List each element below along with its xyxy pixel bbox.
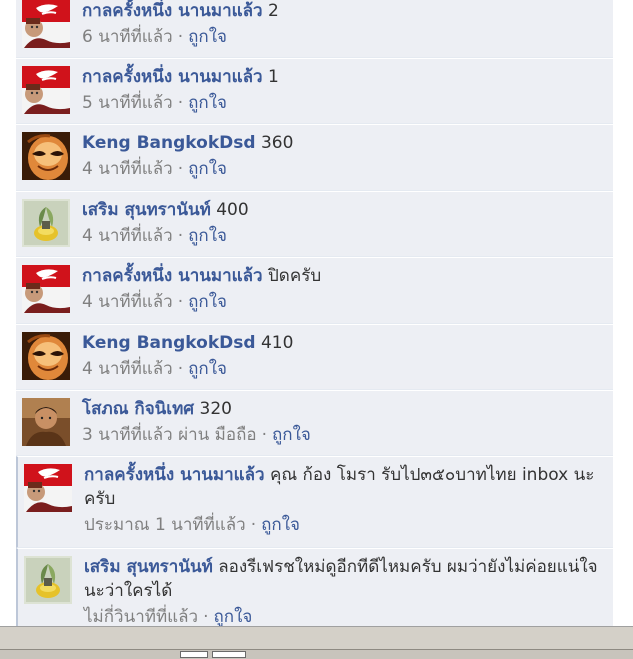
- comment-body: กาลครั้งหนึ่ง นานมาแล้ว 2: [82, 0, 603, 23]
- comment-timestamp[interactable]: 6 นาทีที่แล้ว: [82, 27, 173, 47]
- comment-meta: 4 นาทีที่แล้ว · ถูกใจ: [82, 290, 603, 314]
- comment-item: เสริม สุนทรานันท์ 400 4 นาทีที่แล้ว · ถูกใจ: [16, 191, 613, 257]
- like-link[interactable]: ถูกใจ: [188, 292, 227, 312]
- meta-separator: ·: [261, 425, 267, 445]
- comment-meta: 4 นาทีที่แล้ว · ถูกใจ: [82, 357, 603, 381]
- comment-author-link[interactable]: เสริม สุนทรานันท์: [84, 557, 213, 577]
- comment-feed-viewport[interactable]: กาลครั้งหนึ่ง นานมาแล้ว 26 นาทีที่แล้ว · ถ…: [0, 0, 633, 626]
- person-avatar[interactable]: [22, 398, 70, 446]
- meta-separator: ·: [177, 159, 184, 179]
- meta-separator: ·: [203, 607, 209, 626]
- meta-separator: ·: [177, 359, 184, 379]
- comment-item: กาลครั้งหนึ่ง นานมาแล้ว 26 นาทีที่แล้ว · ถ…: [16, 0, 613, 58]
- comment-meta: 4 นาทีที่แล้ว · ถูกใจ: [82, 157, 603, 181]
- comment-body: เสริม สุนทรานันท์ ลองรีเฟรชใหม่ดูอีกทีดี…: [84, 555, 603, 603]
- comment-meta: 3 นาทีที่แล้ว ผ่าน มือถือ · ถูกใจ: [82, 423, 603, 447]
- like-link[interactable]: ถูกใจ: [188, 226, 227, 246]
- comment-author-link[interactable]: โสภณ กิจนิเทศ: [82, 399, 194, 419]
- like-link[interactable]: ถูกใจ: [188, 93, 227, 113]
- comment-timestamp[interactable]: 4 นาทีที่แล้ว: [82, 359, 173, 379]
- comment-author-link[interactable]: กาลครั้งหนึ่ง นานมาแล้ว: [82, 1, 263, 21]
- comment-timestamp[interactable]: 4 นาทีที่แล้ว: [82, 159, 173, 179]
- comment-author-link[interactable]: กาลครั้งหนึ่ง นานมาแล้ว: [84, 465, 265, 485]
- coca-cola-avatar[interactable]: [24, 464, 72, 512]
- meta-separator: ·: [177, 292, 184, 312]
- comment-author-link[interactable]: กาลครั้งหนึ่ง นานมาแล้ว: [82, 266, 263, 286]
- mask-avatar[interactable]: [22, 332, 70, 380]
- comment-author-link[interactable]: กาลครั้งหนึ่ง นานมาแล้ว: [82, 67, 263, 87]
- comment-body: กาลครั้งหนึ่ง นานมาแล้ว ปิดครับ: [82, 264, 603, 288]
- comment-body: Keng BangkokDsd 410: [82, 331, 603, 355]
- comment-item: Keng BangkokDsd 360 4 นาทีที่แล้ว · ถูกใจ: [16, 124, 613, 191]
- comment-item: กาลครั้งหนึ่ง นานมาแล้ว ปิดครับ 4 นาทีที่…: [16, 257, 613, 324]
- comment-text: ปิดครับ: [267, 266, 322, 286]
- comment-body: เสริม สุนทรานันท์ 400: [82, 198, 603, 222]
- comment-timestamp[interactable]: 5 นาทีที่แล้ว: [82, 93, 173, 113]
- meta-separator: ·: [177, 27, 184, 47]
- meta-separator: ·: [177, 93, 184, 113]
- comment-body: Keng BangkokDsd 360: [82, 131, 603, 155]
- comment-author-link[interactable]: Keng BangkokDsd: [82, 133, 256, 153]
- comment-body: กาลครั้งหนึ่ง นานมาแล้ว คุณ ก้อง โมรา รั…: [84, 463, 603, 511]
- comment-author-link[interactable]: Keng BangkokDsd: [82, 333, 256, 353]
- plant-avatar[interactable]: [22, 199, 70, 247]
- comment-meta: 4 นาทีที่แล้ว · ถูกใจ: [82, 224, 603, 248]
- comment-meta: 6 นาทีที่แล้ว · ถูกใจ: [82, 25, 603, 49]
- comment-body: โสภณ กิจนิเทศ 320: [82, 397, 603, 421]
- comment-text: 400: [216, 200, 249, 220]
- comment-item: Keng BangkokDsd 410 4 นาทีที่แล้ว · ถูกใจ: [16, 324, 613, 390]
- comment-via: ผ่าน มือถือ: [178, 425, 257, 445]
- comment-text: 360: [260, 133, 294, 153]
- mask-avatar[interactable]: [22, 132, 70, 180]
- comment-item: กาลครั้งหนึ่ง นานมาแล้ว คุณ ก้อง โมรา รั…: [16, 456, 613, 548]
- comment-timestamp[interactable]: 4 นาทีที่แล้ว: [82, 226, 173, 246]
- coca-cola-avatar[interactable]: [22, 0, 70, 48]
- comment-body: กาลครั้งหนึ่ง นานมาแล้ว 1: [82, 65, 603, 89]
- comment-timestamp[interactable]: ประมาณ 1 นาทีที่แล้ว: [84, 515, 246, 535]
- like-link[interactable]: ถูกใจ: [188, 359, 227, 379]
- comment-meta: ไม่กี่วินาทีที่แล้ว · ถูกใจ: [84, 605, 603, 626]
- comment-item: เสริม สุนทรานันท์ ลองรีเฟรชใหม่ดูอีกทีดี…: [16, 548, 613, 626]
- comment-timestamp[interactable]: 3 นาทีที่แล้ว: [82, 425, 173, 445]
- meta-separator: ·: [177, 226, 184, 246]
- comment-timestamp[interactable]: ไม่กี่วินาทีที่แล้ว: [84, 607, 198, 626]
- comment-meta: ประมาณ 1 นาทีที่แล้ว · ถูกใจ: [84, 513, 603, 537]
- comment-list: กาลครั้งหนึ่ง นานมาแล้ว 26 นาทีที่แล้ว · ถ…: [16, 0, 613, 626]
- comment-text: 2: [267, 1, 279, 21]
- comment-item: กาลครั้งหนึ่ง นานมาแล้ว 15 นาทีที่แล้ว · ถ…: [16, 58, 613, 124]
- comment-text: 1: [267, 67, 279, 87]
- like-link[interactable]: ถูกใจ: [272, 425, 311, 445]
- meta-separator: ·: [250, 515, 257, 535]
- coca-cola-avatar[interactable]: [22, 66, 70, 114]
- plant-avatar[interactable]: [24, 556, 72, 604]
- like-link[interactable]: ถูกใจ: [188, 27, 227, 47]
- horizontal-scrollbar[interactable]: [0, 649, 633, 659]
- like-link[interactable]: ถูกใจ: [214, 607, 253, 626]
- comment-meta: 5 นาทีที่แล้ว · ถูกใจ: [82, 91, 603, 115]
- comment-text: 410: [260, 333, 294, 353]
- comment-item: โสภณ กิจนิเทศ 320 3 นาทีที่แล้ว ผ่าน มือถ…: [16, 390, 613, 456]
- coca-cola-avatar[interactable]: [22, 265, 70, 313]
- comment-timestamp[interactable]: 4 นาทีที่แล้ว: [82, 292, 173, 312]
- comment-text: 320: [199, 399, 232, 419]
- like-link[interactable]: ถูกใจ: [188, 159, 227, 179]
- browser-bottom-bar: [0, 626, 633, 659]
- comment-author-link[interactable]: เสริม สุนทรานันท์: [82, 200, 211, 220]
- like-link[interactable]: ถูกใจ: [261, 515, 300, 535]
